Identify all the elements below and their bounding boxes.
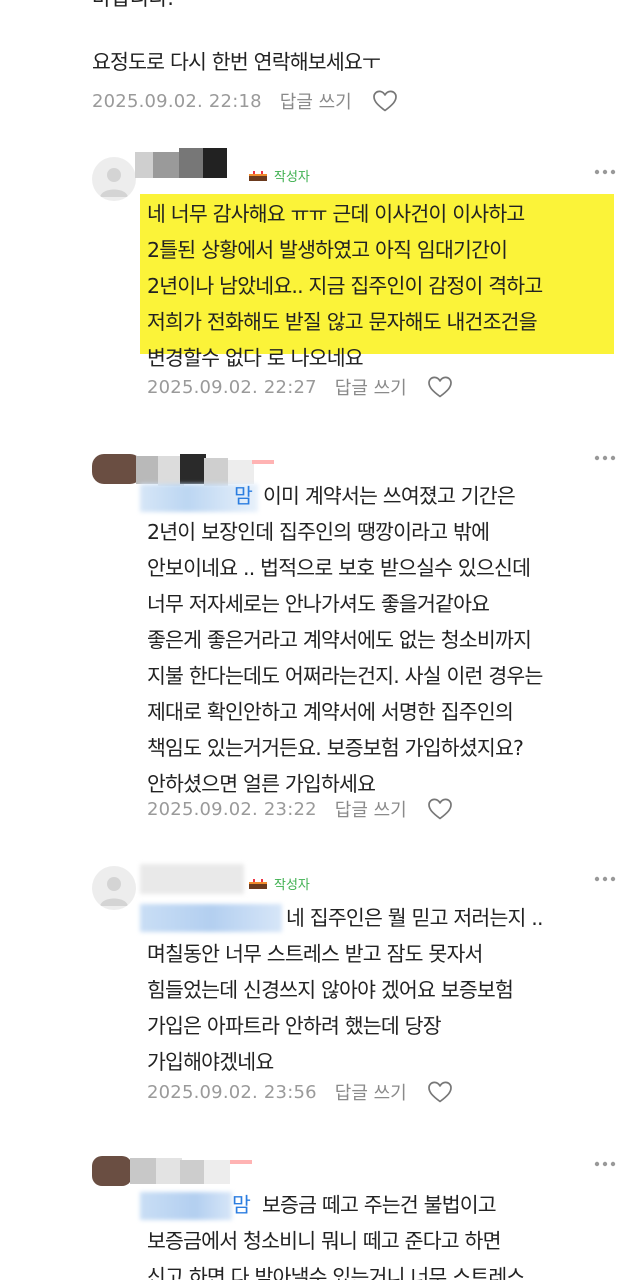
comment-text-line: 안보이네요 .. 법적으로 보호 받으실수 있으신데	[147, 556, 531, 580]
default-avatar-icon	[100, 168, 128, 197]
comment-text-line: 2틀된 상황에서 발생하였고 아직 임대기간이	[147, 238, 508, 262]
comment-text-line: 책임도 있는거거든요. 보증보험 가입하셨지요?	[147, 736, 524, 760]
comment-text-line: 신고 하면 다 받아낼수 있는거니 너무 스트레스	[147, 1265, 525, 1280]
comment-text-line: 보증금 떼고 주는건 불법이고	[262, 1193, 497, 1217]
comment-text-line: 저희가 전화해도 받질 않고 문자해도 내건조건을	[147, 310, 538, 334]
more-vertical-dots-icon[interactable]	[594, 169, 616, 175]
more-vertical-dots-icon[interactable]	[594, 1161, 616, 1167]
heart-icon[interactable]	[372, 89, 398, 113]
redacted-avatar-and-nickname	[92, 448, 292, 488]
comment-text-line: 네 집주인은 뭘 믿고 저러는지 ..	[286, 906, 544, 930]
comment-text-line: 힘들었는데 신경쓰지 않아야 겠어요 보증보험	[147, 978, 514, 1002]
comment-text-line: 2년이나 남았네요.. 지금 집주인이 감정이 격하고	[147, 274, 543, 298]
comment-text-line: 2년이 보장인데 집주인의 땡깡이라고 밖에	[147, 520, 490, 544]
author-badge-label: 작성자	[274, 878, 310, 893]
heart-icon[interactable]	[427, 797, 453, 821]
reply-button[interactable]: 답글 쓰기	[280, 88, 352, 114]
more-vertical-dots-icon[interactable]	[594, 876, 616, 882]
comment-text-line: 변경할수 없다 로 나오네요	[147, 346, 364, 370]
author-cake-icon	[249, 878, 267, 889]
author-badge: 작성자	[248, 874, 310, 893]
heart-icon[interactable]	[427, 375, 453, 399]
comment-text-line: 이미 계약서는 쓰여졌고 기간은	[263, 484, 516, 508]
redacted-mention	[140, 904, 282, 932]
comment-text-line: 지불 한다는데도 어쩌라는건지. 사실 이런 경우는	[147, 664, 543, 688]
author-badge-label: 작성자	[274, 170, 310, 185]
comment-text-line: 며칠동안 너무 스트레스 받고 잠도 못자서	[147, 942, 483, 966]
comment-date: 2025.09.02. 23:22	[147, 798, 317, 820]
comment-text-line: 가입해야겠네요	[147, 1050, 274, 1074]
comment-meta: 2025.09.02. 23:22 답글 쓰기	[147, 796, 453, 822]
comment-text-line: 요정도로 다시 한번 연락해보세요ㅜ	[92, 50, 381, 74]
redacted-nickname	[135, 144, 235, 182]
heart-icon[interactable]	[427, 1080, 453, 1104]
mention-tag[interactable]: 맘	[232, 1187, 251, 1223]
comment-text-line: 보증금에서 청소비니 뭐니 떼고 준다고 하면	[147, 1229, 501, 1253]
comment-meta: 2025.09.02. 22:18 답글 쓰기	[92, 88, 398, 114]
more-vertical-dots-icon[interactable]	[594, 455, 616, 461]
redacted-avatar-and-nickname	[92, 1150, 292, 1190]
reply-button[interactable]: 답글 쓰기	[335, 1079, 407, 1105]
reply-button[interactable]: 답글 쓰기	[335, 374, 407, 400]
comment-text-line: 좋은게 좋은거라고 계약서에도 없는 청소비까지	[147, 628, 532, 652]
author-badge: 작성자	[248, 166, 310, 185]
cut-off-text: 바랍니다.	[92, 0, 173, 12]
comment-text-line: 가입은 아파트라 안하려 했는데 당장	[147, 1014, 442, 1038]
comment-date: 2025.09.02. 22:18	[92, 90, 262, 112]
comment-text-line: 제대로 확인안하고 계약서에 서명한 집주인의	[147, 700, 514, 724]
comment-text-line: 네 너무 감사해요 ㅠㅠ 근데 이사건이 이사하고	[147, 202, 525, 226]
comment-text-line: 너무 저자세로는 안나가셔도 좋을거같아요	[147, 592, 490, 616]
default-avatar-icon	[100, 877, 128, 906]
author-cake-icon	[249, 170, 267, 181]
comment-date: 2025.09.02. 22:27	[147, 376, 317, 398]
mention-tag[interactable]: 맘	[234, 478, 253, 514]
redacted-mention	[140, 1192, 232, 1220]
redacted-nickname	[140, 864, 244, 894]
comment-meta: 2025.09.02. 23:56 답글 쓰기	[147, 1079, 453, 1105]
comment-date: 2025.09.02. 23:56	[147, 1081, 317, 1103]
avatar[interactable]	[92, 866, 136, 910]
comment-meta: 2025.09.02. 22:27 답글 쓰기	[147, 374, 453, 400]
reply-button[interactable]: 답글 쓰기	[335, 796, 407, 822]
avatar[interactable]	[92, 157, 136, 201]
